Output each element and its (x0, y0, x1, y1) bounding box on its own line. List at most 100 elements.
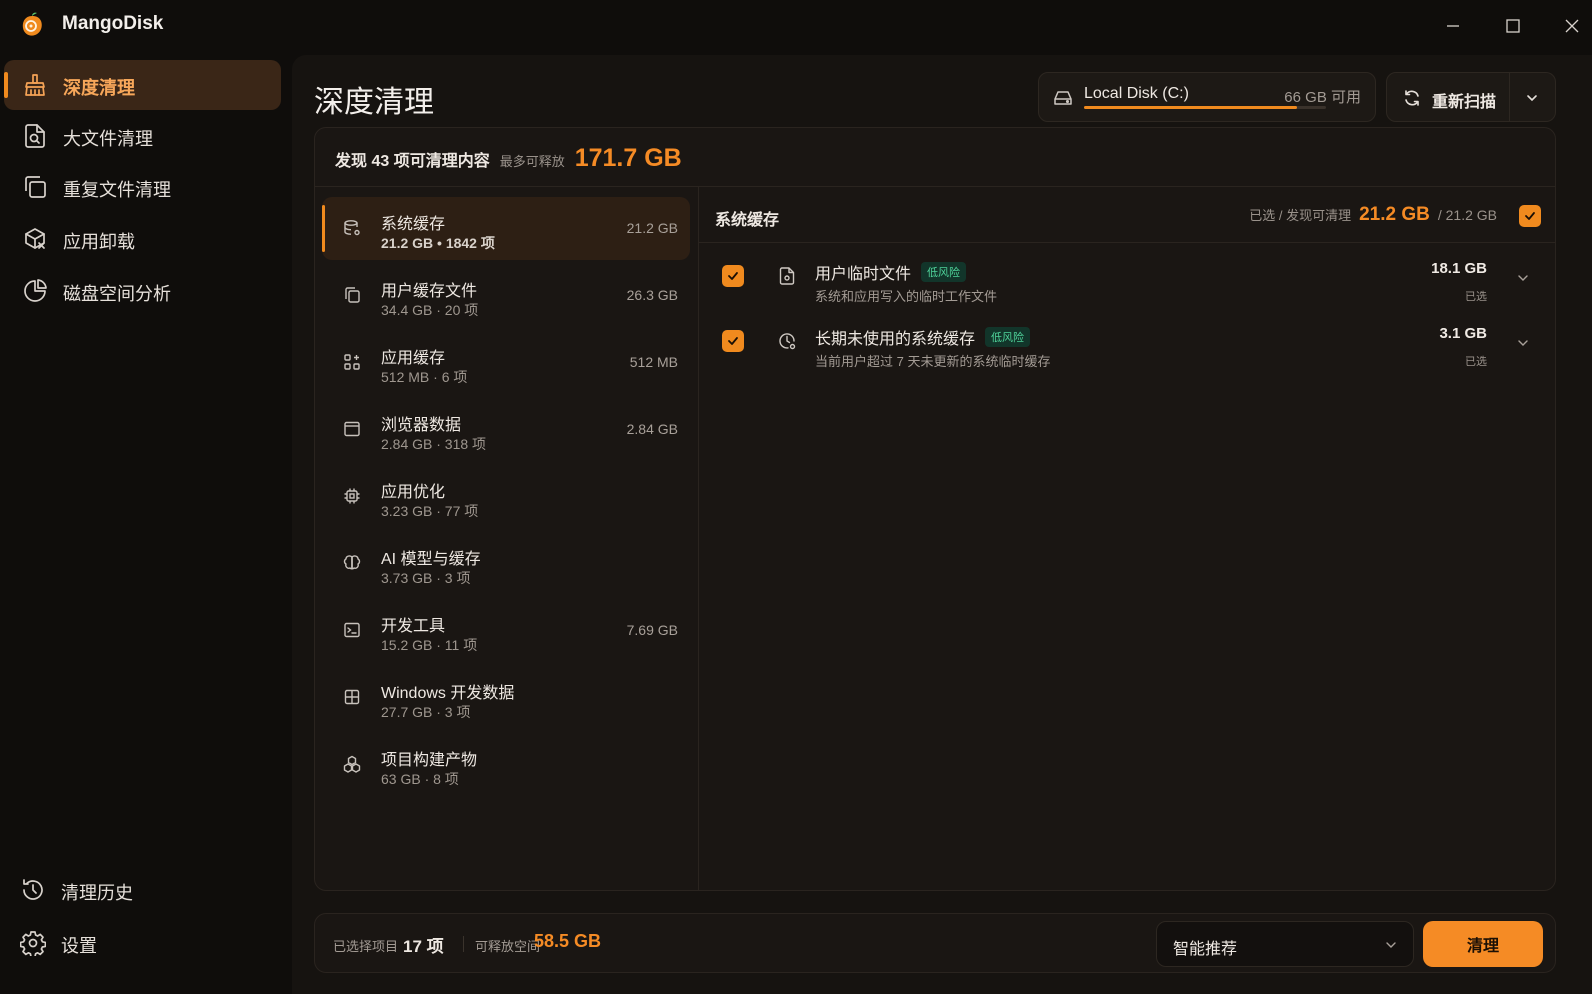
sidebar-item-label: 设置 (61, 936, 97, 956)
hard-drive-icon (1054, 91, 1072, 105)
rescan-button[interactable]: 重新扫描 (1386, 72, 1510, 122)
category-app-cache[interactable]: 应用缓存 512 MB · 6 项 512 MB (322, 331, 690, 394)
sidebar-item-history[interactable]: 清理历史 (4, 865, 281, 915)
sidebar-item-label: 磁盘空间分析 (63, 284, 171, 304)
category-app-optimization[interactable]: 应用优化 3.23 GB · 77 项 (322, 465, 690, 528)
category-meta: 63 GB · 8 项 (381, 771, 459, 787)
category-name: 项目构建产物 (381, 752, 478, 769)
brain-icon (343, 555, 361, 570)
entry-size: 3.1 GB (1439, 325, 1487, 342)
checkmark-icon (728, 337, 738, 345)
category-name: 用户缓存文件 (381, 283, 478, 300)
clean-mode-value: 智能推荐 (1173, 941, 1238, 958)
history-icon (23, 879, 43, 900)
category-name: 应用缓存 (381, 350, 446, 367)
entry-name-row: 长期未使用的系统缓存 低风险 (815, 325, 1031, 349)
category-name: 开发工具 (381, 618, 446, 635)
category-meta: 512 MB · 6 项 (381, 369, 468, 385)
category-windows-dev-data[interactable]: Windows 开发数据 27.7 GB · 3 项 (322, 666, 690, 729)
select-all-checkbox[interactable] (1519, 205, 1541, 227)
disk-usage-fill (1084, 106, 1297, 109)
category-size: 7.69 GB (626, 622, 678, 638)
category-build-artifacts[interactable]: 项目构建产物 63 GB · 8 项 (322, 733, 690, 796)
category-size: 21.2 GB (626, 220, 678, 236)
windows-icon (344, 689, 360, 705)
category-name: AI 模型与缓存 (381, 551, 481, 568)
category-name: 应用优化 (381, 484, 446, 501)
rescan-label: 重新扫描 (1432, 94, 1497, 111)
divider (699, 242, 1555, 243)
category-meta: 3.23 GB · 77 项 (381, 503, 479, 519)
chevron-down-icon (1527, 95, 1537, 102)
entry-state: 已选 (1465, 291, 1487, 303)
category-system-cache[interactable]: 系统缓存 21.2 GB • 1842 项 21.2 GB (322, 197, 690, 260)
clean-mode-select[interactable]: 智能推荐 (1156, 921, 1414, 967)
entry-checkbox[interactable] (722, 330, 744, 352)
risk-badge: 低风险 (985, 327, 1031, 347)
detail-summary-label: 已选 / 发现可清理 (1249, 208, 1352, 223)
sidebar-item-duplicates[interactable]: 重复文件清理 (4, 162, 281, 212)
minimize-button[interactable] (1441, 14, 1465, 38)
checkmark-icon (1525, 212, 1535, 220)
disk-free-space: 66 GB 可用 (1284, 89, 1361, 106)
chevron-down-icon[interactable] (1517, 337, 1529, 349)
file-search-icon (25, 124, 45, 148)
disk-selector[interactable]: Local Disk (C:) 66 GB 可用 (1038, 72, 1376, 122)
sidebar-item-label: 大文件清理 (63, 129, 153, 149)
detail-summary: 已选 / 发现可清理 21.2 GB / 21.2 GB (1249, 204, 1497, 226)
sidebar-item-disk-analysis[interactable]: 磁盘空间分析 (4, 266, 281, 316)
entry-checkbox[interactable] (722, 265, 744, 287)
entry-name: 用户临时文件 (815, 266, 912, 283)
sidebar-item-uninstall[interactable]: 应用卸载 (4, 214, 281, 264)
chevron-down-icon (1386, 942, 1396, 948)
broom-icon (25, 74, 45, 96)
sidebar-item-label: 重复文件清理 (63, 180, 171, 200)
divider (315, 186, 1555, 187)
rescan-options-button[interactable] (1510, 72, 1556, 122)
entry-name: 长期未使用的系统缓存 (815, 331, 976, 348)
summary-text: 发现 43 项可清理内容 (335, 153, 490, 170)
sidebar-item-deep-clean[interactable]: 深度清理 (4, 60, 281, 110)
category-meta: 15.2 GB · 11 项 (381, 637, 478, 653)
category-name: 系统缓存 (381, 216, 446, 233)
category-name: Windows 开发数据 (381, 685, 515, 702)
files-icon (345, 287, 360, 303)
clock-gear-icon (779, 333, 796, 350)
clean-button[interactable]: 清理 (1423, 921, 1543, 967)
package-remove-icon (25, 228, 45, 249)
category-browser-data[interactable]: 浏览器数据 2.84 GB · 318 项 2.84 GB (322, 398, 690, 461)
results-card: 发现 43 项可清理内容 最多可释放 171.7 GB 系统缓存 21.2 GB… (314, 127, 1556, 891)
divider (463, 936, 464, 952)
maximize-icon (1506, 19, 1520, 33)
gear-icon (20, 931, 46, 956)
entry-size: 18.1 GB (1431, 260, 1487, 277)
refresh-icon (1405, 90, 1419, 106)
file-gear-icon (779, 267, 795, 285)
category-meta: 27.7 GB · 3 项 (381, 704, 471, 720)
category-user-cache[interactable]: 用户缓存文件 34.4 GB · 20 项 26.3 GB (322, 264, 690, 327)
sidebar-item-large-files[interactable]: 大文件清理 (4, 111, 281, 161)
database-gear-icon (344, 220, 360, 236)
sidebar: 深度清理 大文件清理 重复文件清理 应用卸载 磁盘空间分析 清理历史 设置 (0, 52, 292, 994)
selected-items-count: 17 项 (403, 937, 444, 956)
maximize-button[interactable] (1501, 14, 1525, 38)
detail-total-size: / 21.2 GB (1437, 207, 1497, 223)
category-meta: 2.84 GB · 318 项 (381, 436, 487, 452)
main-panel: 深度清理 Local Disk (C:) 66 GB 可用 重新扫描 发现 43… (292, 55, 1592, 994)
category-ai-models[interactable]: AI 模型与缓存 3.73 GB · 3 项 (322, 532, 690, 595)
sidebar-item-label: 清理历史 (61, 883, 133, 903)
close-icon (1565, 19, 1579, 33)
list-item: 长期未使用的系统缓存 低风险 当前用户超过 7 天未更新的系统临时缓存 3.1 … (699, 311, 1555, 375)
app-name: MangoDisk (62, 13, 164, 34)
category-dev-tools[interactable]: 开发工具 15.2 GB · 11 项 7.69 GB (322, 599, 690, 662)
sidebar-item-settings[interactable]: 设置 (4, 918, 281, 968)
free-space-label: 可释放空间 (475, 939, 541, 954)
chevron-down-icon[interactable] (1517, 272, 1529, 284)
close-button[interactable] (1560, 14, 1584, 38)
action-bar: 已选择项目 17 项 可释放空间 58.5 GB 智能推荐 清理 (314, 913, 1556, 973)
category-size: 2.84 GB (626, 421, 678, 437)
category-meta: 34.4 GB · 20 项 (381, 302, 479, 318)
pie-chart-icon (24, 279, 47, 302)
apps-icon (344, 354, 360, 370)
title-bar: MangoDisk (0, 0, 1592, 52)
